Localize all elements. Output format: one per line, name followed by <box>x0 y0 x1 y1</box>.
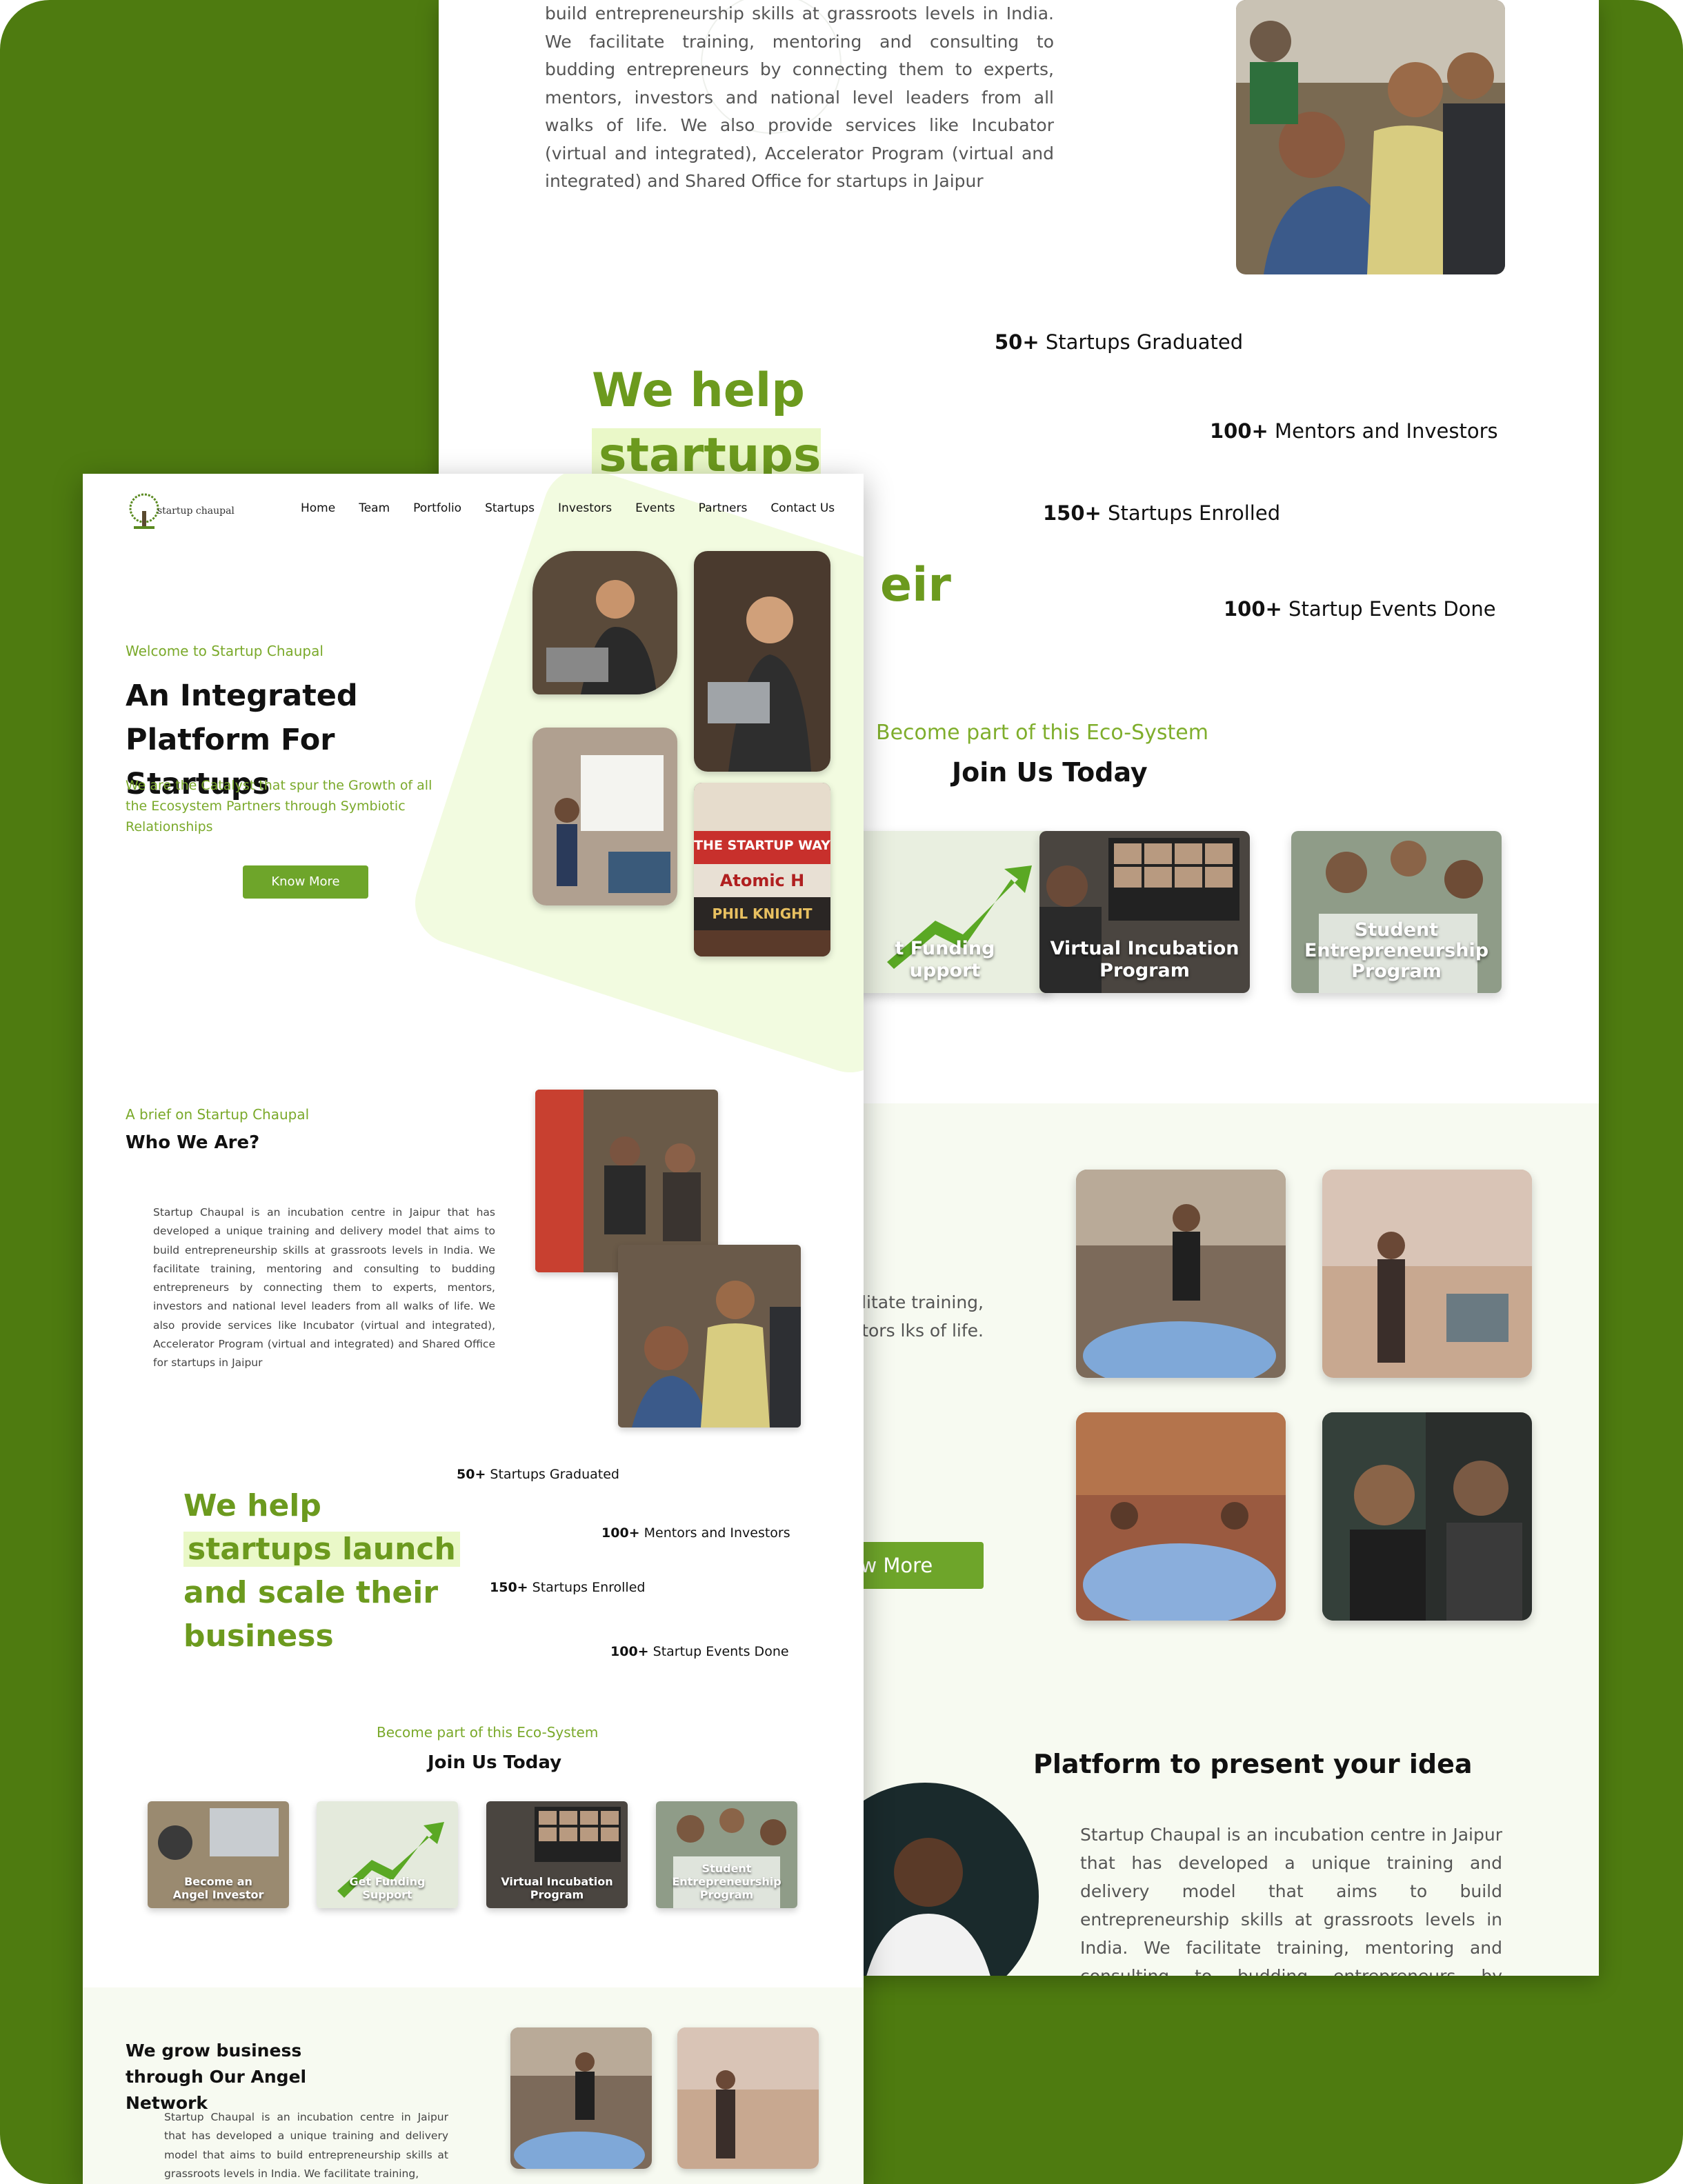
card-virtual-incubation[interactable]: Virtual Incubation Program <box>486 1801 628 1908</box>
team-photo <box>1236 0 1505 274</box>
platform-text: Startup Chaupal is an incubation centre … <box>1080 1825 1502 1976</box>
angel-network-title: We grow business through Our Angel Netwo… <box>126 2041 307 2113</box>
we-help-heading: We help startups launch and scale their … <box>183 1484 473 1658</box>
nav-menu: Home Team Portfolio Startups Investors E… <box>301 501 835 515</box>
nav-partners[interactable]: Partners <box>699 501 748 515</box>
stat-events-done: 100 100+ Startup Events Done <box>575 1629 789 1679</box>
join-us-title: Join Us Today <box>952 757 1148 788</box>
stat-events-done: 100 100+ Startup Events Done <box>1174 571 1496 652</box>
card-angel-investor[interactable]: Become an Angel Investor <box>148 1801 289 1908</box>
card-funding-support[interactable]: Get Funding Support <box>317 1801 458 1908</box>
stat-startups-enrolled: 150 150+ Startups Enrolled <box>454 1565 646 1615</box>
welcome-label: Welcome to Startup Chaupal <box>126 643 323 659</box>
hero-photo-whiteboard <box>532 728 677 905</box>
event-photo-2 <box>1322 1170 1532 1378</box>
event-photo-1 <box>510 2027 652 2169</box>
about-paragraph: build entrepreneurship skills at grassro… <box>545 3 1054 191</box>
platform-title: Platform to present your idea <box>1033 1749 1473 1779</box>
hero-subtitle: We are the Catalyst that spur the Growth… <box>126 778 432 834</box>
event-photo-4 <box>1322 1412 1532 1621</box>
nav-startups[interactable]: Startups <box>485 501 535 515</box>
eco-system-label: Become part of this Eco-System <box>377 1724 599 1741</box>
stat-mentors-investors: 100 100+ Mentors and Investors <box>566 1510 790 1561</box>
know-more-button[interactable]: Know More <box>243 865 368 899</box>
nav-portfolio[interactable]: Portfolio <box>413 501 461 515</box>
join-us-title: Join Us Today <box>428 1752 562 1773</box>
who-we-are-text: Startup Chaupal is an incubation centre … <box>153 1206 495 1370</box>
event-photo-1 <box>1076 1170 1286 1378</box>
nav-team[interactable]: Team <box>359 501 390 515</box>
stat-startups-enrolled: 150 150+ Startups Enrolled <box>993 475 1281 556</box>
who-we-are-title: Who We Are? <box>126 1132 260 1153</box>
nav-investors[interactable]: Investors <box>558 501 612 515</box>
startup-chaupal-logo[interactable]: startup chaupal <box>127 493 237 533</box>
event-photo-2 <box>677 2027 819 2169</box>
card-virtual-incubation[interactable]: Virtual Incubation Program <box>1039 831 1250 993</box>
stat-startups-graduated: 50 50+ Startups Graduated <box>945 304 1244 385</box>
tree-logo-icon <box>129 493 159 529</box>
hero-photo-laptop <box>694 551 830 772</box>
event-photo-3 <box>1076 1412 1286 1621</box>
angel-network-text: Startup Chaupal is an incubation centre … <box>164 2111 448 2180</box>
stat-mentors-investors: 100 100+ Mentors and Investors <box>1160 393 1498 474</box>
top-navigation: startup chaupal Home Team Portfolio Star… <box>83 474 864 550</box>
nav-home[interactable]: Home <box>301 501 335 515</box>
card-funding-support[interactable]: t Funding upport <box>839 831 1051 993</box>
hero-photo-books: THE STARTUP WAY Atomic H PHIL KNIGHT <box>694 783 830 956</box>
hero-photo-students <box>532 551 677 694</box>
stat-startups-graduated: 50 50+ Startups Graduated <box>421 1452 619 1502</box>
front-page-mockup: startup chaupal Home Team Portfolio Star… <box>83 474 864 2184</box>
card-student-entrepreneurship[interactable]: Student Entrepreneurship Program <box>1291 831 1502 993</box>
nav-contact-us[interactable]: Contact Us <box>770 501 835 515</box>
brief-label: A brief on Startup Chaupal <box>126 1106 310 1123</box>
eco-system-label: Become part of this Eco-System <box>876 721 1208 745</box>
card-student-entrepreneurship[interactable]: Student Entrepreneurship Program <box>656 1801 797 1908</box>
team-meeting-photo <box>618 1245 801 1427</box>
nav-events[interactable]: Events <box>635 501 675 515</box>
